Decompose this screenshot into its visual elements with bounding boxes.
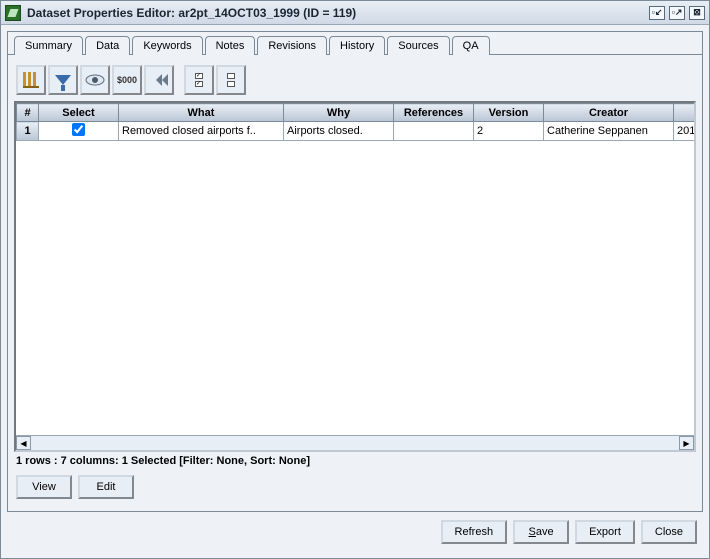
format-icon: $000 <box>117 75 137 85</box>
cell-version[interactable]: 2 <box>474 122 544 141</box>
clear-all-button[interactable] <box>216 65 246 95</box>
horizontal-scrollbar[interactable]: ◀ ▶ <box>16 435 694 450</box>
col-creator[interactable]: Creator <box>544 104 674 122</box>
col-select[interactable]: Select <box>39 104 119 122</box>
title-bar: Dataset Properties Editor: ar2pt_14OCT03… <box>1 1 709 25</box>
format-button[interactable]: $000 <box>112 65 142 95</box>
revisions-table[interactable]: # Select What Why References Version Cre… <box>16 103 696 141</box>
cell-references[interactable] <box>394 122 474 141</box>
tab-content: $000 <box>8 54 702 511</box>
window: Dataset Properties Editor: ar2pt_14OCT03… <box>0 0 710 559</box>
tab-keywords[interactable]: Keywords <box>132 36 202 55</box>
grid-toolbar: $000 <box>14 61 696 101</box>
scroll-right-button[interactable]: ▶ <box>679 436 694 450</box>
select-all-button[interactable] <box>184 65 214 95</box>
row-number: 1 <box>17 122 39 141</box>
col-why[interactable]: Why <box>284 104 394 122</box>
select-checkbox[interactable] <box>72 123 85 136</box>
minimize-button[interactable]: ▫↙ <box>649 6 665 20</box>
tab-revisions[interactable]: Revisions <box>257 36 327 55</box>
grid-status: 1 rows : 7 columns: 1 Selected [Filter: … <box>14 452 696 469</box>
cell-what[interactable]: Removed closed airports f.. <box>119 122 284 141</box>
eye-icon <box>85 74 105 86</box>
tab-notes[interactable]: Notes <box>205 36 256 55</box>
col-what[interactable]: What <box>119 104 284 122</box>
filter-button[interactable] <box>48 65 78 95</box>
select-all-icon <box>195 73 203 87</box>
maximize-button[interactable]: ▫↗ <box>669 6 685 20</box>
cell-select[interactable] <box>39 122 119 141</box>
close-button[interactable]: Close <box>641 520 697 544</box>
scroll-left-button[interactable]: ◀ <box>16 436 31 450</box>
columns-button[interactable] <box>80 65 110 95</box>
cell-creator[interactable]: Catherine Seppanen <box>544 122 674 141</box>
cell-why[interactable]: Airports closed. <box>284 122 394 141</box>
tab-data[interactable]: Data <box>85 36 130 55</box>
table-row[interactable]: 1 Removed closed airports f.. Airports c… <box>17 122 697 141</box>
filter-icon <box>55 75 71 85</box>
tab-row: Summary Data Keywords Notes Revisions Hi… <box>8 33 702 55</box>
tab-summary[interactable]: Summary <box>14 36 83 55</box>
sort-icon <box>23 72 39 88</box>
view-button[interactable]: View <box>16 475 72 499</box>
main-panel: Summary Data Keywords Notes Revisions Hi… <box>7 31 703 512</box>
export-button[interactable]: Export <box>575 520 635 544</box>
footer-buttons: Refresh Save Export Close <box>7 512 703 552</box>
col-version[interactable]: Version <box>474 104 544 122</box>
col-num[interactable]: # <box>17 104 39 122</box>
table-header-row: # Select What Why References Version Cre… <box>17 104 697 122</box>
save-button[interactable]: Save <box>513 520 569 544</box>
app-icon <box>5 5 21 21</box>
grid-empty-area <box>16 141 694 435</box>
reset-icon <box>156 74 162 86</box>
reset-button[interactable] <box>144 65 174 95</box>
refresh-button[interactable]: Refresh <box>441 520 508 544</box>
window-body: Summary Data Keywords Notes Revisions Hi… <box>1 25 709 558</box>
close-window-button[interactable]: ⊠ <box>689 6 705 20</box>
cell-date[interactable]: 201 <box>674 122 697 141</box>
edit-button[interactable]: Edit <box>78 475 134 499</box>
scroll-track[interactable] <box>31 436 679 450</box>
window-title: Dataset Properties Editor: ar2pt_14OCT03… <box>27 6 645 20</box>
tab-qa[interactable]: QA <box>452 36 490 55</box>
clear-all-icon <box>227 73 235 87</box>
col-overflow[interactable] <box>674 104 697 122</box>
revisions-grid: # Select What Why References Version Cre… <box>14 101 696 452</box>
tab-sources[interactable]: Sources <box>387 36 449 55</box>
grid-actions: View Edit <box>14 469 696 505</box>
col-references[interactable]: References <box>394 104 474 122</box>
sort-button[interactable] <box>16 65 46 95</box>
tab-history[interactable]: History <box>329 36 385 55</box>
